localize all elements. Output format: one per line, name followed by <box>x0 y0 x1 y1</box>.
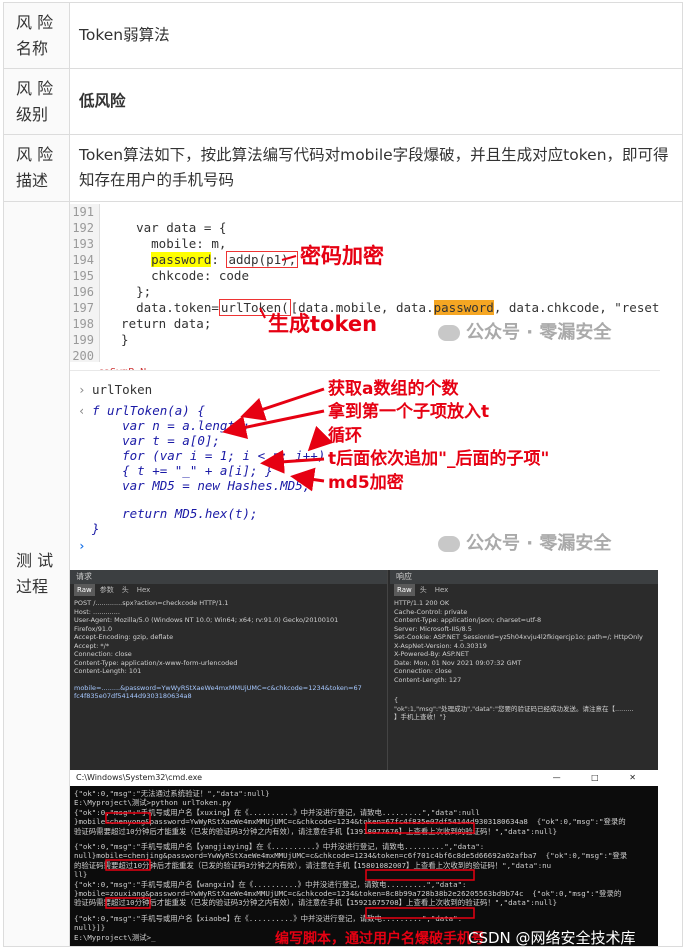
req-line: POST /.............spx?action=checkcode … <box>74 599 229 607</box>
resp-line <box>394 684 654 696</box>
tab-params[interactable]: 参数 <box>97 584 117 596</box>
cmd-caption: 编写脚本，通过用户名爆破手机号 <box>275 931 485 946</box>
cut-text: caSymP=N <box>98 360 146 370</box>
req-line: Host: ............. <box>74 607 120 616</box>
row-risk-description: 风 险 描述 Token算法如下，按此算法编写代码对mobile字段爆破，并且生… <box>3 134 683 202</box>
tab-raw[interactable]: Raw <box>74 584 95 596</box>
request-tabs: Raw 参数头 Hex <box>70 584 387 596</box>
wechat-icon <box>438 325 460 341</box>
risk-name-value: Token弱算法 <box>69 2 683 69</box>
wechat-icon <box>438 536 460 552</box>
resp-line: X-AspNet-Version: 4.0.30319 <box>394 641 487 650</box>
key-line: 过程 <box>16 577 49 596</box>
key-test-process: 测 试 过程 <box>3 201 70 947</box>
req-line <box>74 676 383 684</box>
resp-line: Content-Length: 127 <box>394 675 462 684</box>
req-line: Content-Type: application/x-www-form-url… <box>74 658 238 667</box>
resp-line: "ok":1,"msg":"处理成功","data":"您要的验证码已经成功发送… <box>394 704 634 713</box>
key-line: 风 险 <box>16 145 54 164</box>
request-body: POST /.............spx?action=checkcode … <box>70 596 387 704</box>
test-process-value: 191 192 193 194 195 196 197 198 199 200 … <box>69 201 683 947</box>
key-line: 风 险 <box>16 78 54 98</box>
response-title: 响应 <box>390 570 658 584</box>
resp-line: 】手机上查收！"} <box>394 713 447 721</box>
resp-line: Content-Type: application/json; charset=… <box>394 616 542 624</box>
risk-table: 风 险 名称 Token弱算法 风 险 级别 低风险 风 险 描述 Token算… <box>3 2 683 947</box>
response-panel: 响应 Raw 头 Hex HTTP/1.1 200 OK Cache-Control:… <box>390 570 658 770</box>
req-line: Content-Length: 101 <box>74 667 142 675</box>
row-risk-level: 风 险 级别 低风险 <box>3 68 683 135</box>
req-line: Firefox/91.0 <box>74 624 113 633</box>
resp-line: Cache-Control: private <box>394 607 468 616</box>
resp-line: HTTP/1.1 200 OK <box>394 599 450 607</box>
req-line: Connection: close <box>74 650 132 658</box>
resp-line: Date: Mon, 01 Nov 2021 09:07:32 GMT <box>394 658 522 667</box>
risk-level-value: 低风险 <box>69 68 683 135</box>
row-test-process: 测 试 过程 191 192 193 194 195 196 197 198 1… <box>3 201 683 947</box>
req-line: fc4f835e07df54144d9303180634a8 <box>74 692 192 700</box>
key-risk-description: 风 险 描述 <box>3 134 70 202</box>
cmd-highlight-boxes <box>105 812 475 919</box>
burp-screenshot: 请求 Raw 参数头 Hex POST /.............spx?acti… <box>70 570 658 770</box>
watermark: 公众号 · 零漏安全 <box>438 531 611 556</box>
key-line: 名称 <box>16 38 49 58</box>
tab-headers[interactable]: 头 <box>417 584 430 596</box>
key-line: 级别 <box>16 104 49 124</box>
resp-line: Server: Microsoft-IIS/8.5 <box>394 624 472 633</box>
csdn-watermark: CSDN @网络安全技术库 <box>468 929 636 946</box>
request-title: 请求 <box>70 570 387 584</box>
key-line: 描述 <box>16 171 49 190</box>
watermark-text: 公众号 · 零漏安全 <box>466 533 612 554</box>
key-line: 风 险 <box>16 12 54 32</box>
arrow-overlay <box>259 255 297 319</box>
tab-hex[interactable]: Hex <box>432 584 452 596</box>
tab-headers[interactable]: 头 <box>119 584 132 596</box>
key-risk-name: 风 险 名称 <box>3 2 70 69</box>
response-tabs: Raw 头 Hex <box>390 584 658 596</box>
cmd-screenshot: C:\Windows\System32\cmd.exe — □ ✕ {"ok":… <box>70 770 658 946</box>
watermark: 公众号 · 零漏安全 <box>438 320 611 345</box>
req-line: Accept-Encoding: gzip, deflate <box>74 633 174 641</box>
req-line: Accept: */* <box>74 641 110 650</box>
request-panel: 请求 Raw 参数头 Hex POST /.............spx?acti… <box>70 570 388 770</box>
req-line: User-Agent: Mozilla/5.0 (Windows NT 10.0… <box>74 616 339 624</box>
resp-line: Connection: close <box>394 667 452 675</box>
watermark-text: 公众号 · 零漏安全 <box>466 322 612 343</box>
response-body: HTTP/1.1 200 OK Cache-Control: private Con… <box>390 596 658 725</box>
resp-line: X-Powered-By: ASP.NET <box>394 650 469 658</box>
key-risk-level: 风 险 级别 <box>3 68 70 135</box>
console-screenshot: › urlToken ‹ f urlToken(a) { var n = a.l… <box>70 370 660 570</box>
key-line: 测 试 <box>16 551 54 570</box>
req-line: mobile=.........&password=YwWyRStXaeWe4m… <box>74 683 362 692</box>
tab-raw[interactable]: Raw <box>394 584 415 596</box>
tab-hex[interactable]: Hex <box>134 584 154 596</box>
risk-description-value: Token算法如下，按此算法编写代码对mobile字段爆破，并且生成对应toke… <box>69 134 683 202</box>
resp-line: { <box>394 696 399 704</box>
row-risk-name: 风 险 名称 Token弱算法 <box>3 2 683 69</box>
resp-line: Set-Cookie: ASP.NET_SessionId=yz5h04xvju… <box>394 633 643 641</box>
code-screenshot: 191 192 193 194 195 196 197 198 199 200 … <box>70 204 660 370</box>
